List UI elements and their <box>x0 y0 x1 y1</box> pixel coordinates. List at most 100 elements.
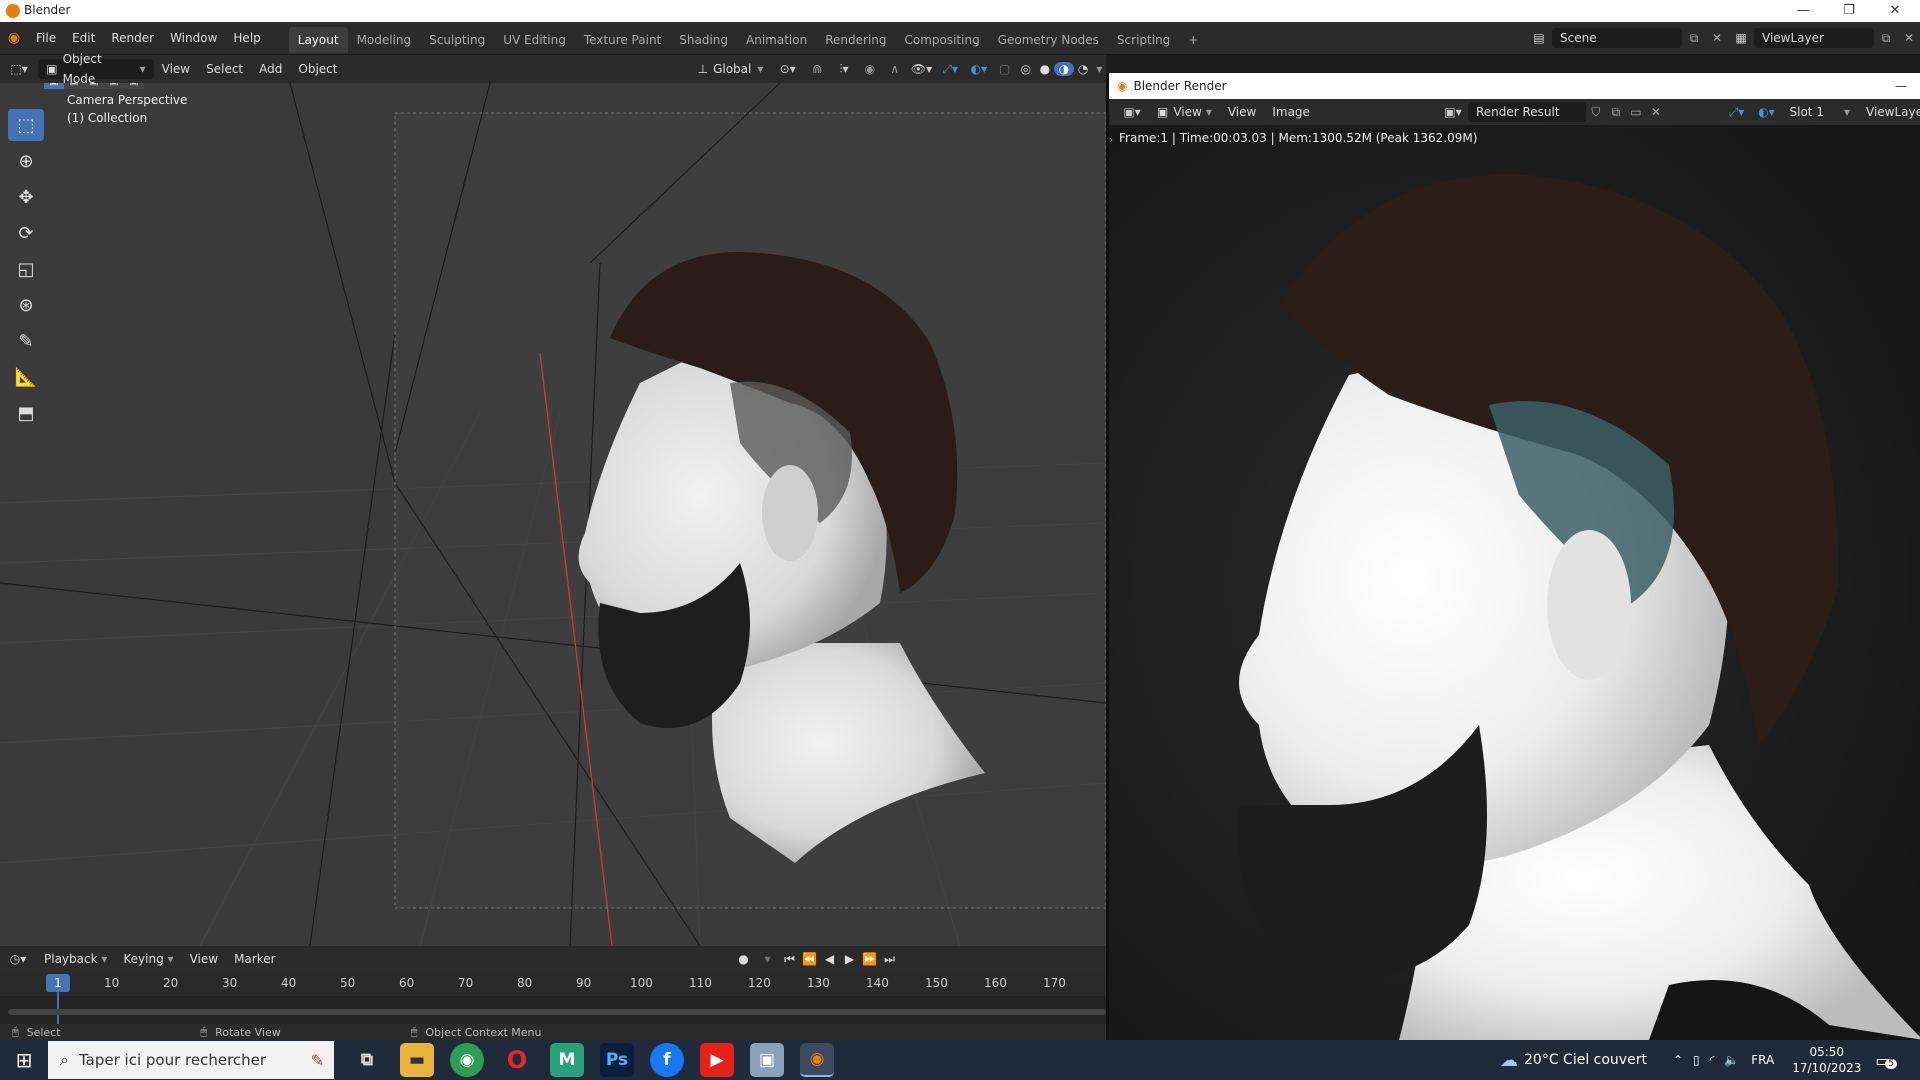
wireframe-shading-icon[interactable]: ◎ <box>1016 62 1035 76</box>
photoshop-icon[interactable]: Ps <box>600 1043 634 1077</box>
3d-viewport[interactable]: Camera Perspective (1) Collection ▣ ▣ ▣ … <box>0 83 1106 946</box>
view-layer-field[interactable]: ViewLayer <box>1754 28 1874 48</box>
timeline[interactable]: 1 10 20 30 40 50 60 70 80 90 100 110 120… <box>0 972 1106 1024</box>
falloff-icon[interactable]: ∧ <box>882 62 907 76</box>
facebook-icon[interactable]: f <box>650 1043 684 1077</box>
weather-text[interactable]: 20°C Ciel couvert <box>1524 1052 1647 1068</box>
timeline-menu-keying[interactable]: Keying ▾ <box>115 946 181 972</box>
visibility-icon[interactable]: 👁▾ <box>907 62 936 76</box>
scale-tool-icon[interactable]: ◱ <box>8 253 44 285</box>
unlink-image-icon[interactable]: ✕ <box>1646 105 1666 119</box>
new-image-icon[interactable]: ⧉ <box>1606 105 1626 120</box>
open-image-icon[interactable]: ▭ <box>1626 105 1646 119</box>
viewport-menu-add[interactable]: Add <box>251 55 290 83</box>
menu-window[interactable]: Window <box>162 22 225 55</box>
timeline-scrollbar[interactable] <box>8 1009 1106 1015</box>
tab-shading[interactable]: Shading <box>670 27 737 53</box>
clock[interactable]: 05:50 17/10/2023 <box>1792 1044 1861 1076</box>
tab-compositing[interactable]: Compositing <box>895 27 988 53</box>
sidebar-toggle-icon[interactable]: › <box>1109 135 1113 146</box>
battery-icon[interactable]: ▯ <box>1693 1053 1700 1067</box>
prev-keyframe-icon[interactable]: ⏪ <box>800 952 820 966</box>
language-indicator[interactable]: FRA <box>1751 1053 1774 1067</box>
chrome-icon[interactable]: ◉ <box>450 1043 484 1077</box>
taskbar-search[interactable]: ⌕ Taper ici pour rechercher ✎ <box>48 1041 334 1079</box>
tab-layout[interactable]: Layout <box>288 27 348 53</box>
slot-dropdown[interactable]: Slot 1 ▾ <box>1782 99 1858 125</box>
image-menu-image[interactable]: Image <box>1264 99 1318 125</box>
chevron-down-icon[interactable]: ▾ <box>1093 62 1106 76</box>
material-shading-icon[interactable]: ◑ <box>1054 62 1074 76</box>
rendered-shading-icon[interactable]: ◔ <box>1074 62 1093 76</box>
desktop-app-icon[interactable]: ▣ <box>750 1043 784 1077</box>
restore-button[interactable]: ❐ <box>1826 0 1872 22</box>
viewport-menu-object[interactable]: Object <box>290 55 345 83</box>
mail-app-icon[interactable]: M <box>550 1043 584 1077</box>
blender-menu-icon[interactable]: ◉ <box>0 30 28 46</box>
opera-icon[interactable]: O <box>500 1043 534 1077</box>
image-menu-view[interactable]: View <box>1220 99 1264 125</box>
annotate-tool-icon[interactable]: ✎ <box>8 325 44 357</box>
editor-type-icon[interactable]: ⬚▾ <box>0 62 38 76</box>
rotate-tool-icon[interactable]: ⟳ <box>8 217 44 249</box>
snap-target-icon[interactable]: ⫶▾ <box>831 62 858 77</box>
render-canvas[interactable]: Frame:1 | Time:00:03.03 | Mem:1300.52M (… <box>1109 125 1920 1040</box>
volume-icon[interactable]: 🔈 <box>1724 1053 1739 1067</box>
render-view-layer-dropdown[interactable]: ViewLaye <box>1858 99 1920 125</box>
chevron-down-icon[interactable]: ▾ <box>756 952 780 966</box>
new-scene-icon[interactable]: ⧉ <box>1682 31 1706 46</box>
youtube-icon[interactable]: ▶ <box>700 1043 734 1077</box>
minimize-button[interactable]: — <box>1780 0 1826 22</box>
gizmo-icon[interactable]: ⤢▾ <box>936 62 965 77</box>
measure-tool-icon[interactable]: 📐 <box>8 361 44 393</box>
play-reverse-icon[interactable]: ◀ <box>820 952 840 966</box>
scene-icon[interactable]: ▤ <box>1526 31 1552 45</box>
timeline-menu-marker[interactable]: Marker <box>226 946 283 972</box>
transform-orientation-dropdown[interactable]: ⊥ Global ▾ <box>690 59 772 79</box>
menu-file[interactable]: File <box>28 22 64 55</box>
task-view-icon[interactable]: ⧉ <box>350 1043 384 1077</box>
timeline-menu-playback[interactable]: Playback ▾ <box>36 946 115 972</box>
tab-rendering[interactable]: Rendering <box>816 27 895 53</box>
view-mode-dropdown[interactable]: ▣ View ▾ <box>1149 99 1220 125</box>
tab-sculpting[interactable]: Sculpting <box>420 27 494 53</box>
tray-chevron-up-icon[interactable]: ⌃ <box>1673 1053 1683 1067</box>
image-editor-type-icon[interactable]: ▣▾ <box>1115 105 1149 119</box>
tab-scripting[interactable]: Scripting <box>1108 27 1179 53</box>
select-new-icon[interactable]: ▣ <box>44 83 64 89</box>
move-tool-icon[interactable]: ✥ <box>8 181 44 213</box>
tab-texture-paint[interactable]: Texture Paint <box>575 27 670 53</box>
tab-uv-editing[interactable]: UV Editing <box>494 27 575 53</box>
image-gizmo-icon[interactable]: ⤢▾ <box>1722 105 1752 120</box>
tab-modeling[interactable]: Modeling <box>348 27 421 53</box>
render-minimize-button[interactable]: — <box>1895 79 1907 93</box>
proportional-edit-icon[interactable]: ◉ <box>857 62 882 76</box>
select-box-tool-icon[interactable]: ⬚ <box>8 109 44 141</box>
jump-start-icon[interactable]: ⏮ <box>780 952 800 967</box>
cursor-tool-icon[interactable]: ⊕ <box>8 145 44 177</box>
select-intersect-icon[interactable]: ▣ <box>124 83 144 89</box>
xray-icon[interactable]: ▢ <box>993 62 1016 76</box>
add-workspace-button[interactable]: + <box>1179 27 1207 53</box>
jump-end-icon[interactable]: ⏭ <box>880 952 900 967</box>
overlay-icon[interactable]: ◐▾ <box>965 62 994 76</box>
windows-start-icon[interactable]: ⊞ <box>0 1040 48 1080</box>
timeline-menu-view[interactable]: View <box>182 946 226 972</box>
play-icon[interactable]: ▶ <box>840 952 860 966</box>
tab-geometry-nodes[interactable]: Geometry Nodes <box>989 27 1108 53</box>
new-view-layer-icon[interactable]: ⧉ <box>1874 31 1898 46</box>
fake-user-icon[interactable]: ⛉ <box>1586 105 1606 120</box>
file-explorer-icon[interactable]: ▬ <box>400 1043 434 1077</box>
browse-image-icon[interactable]: ▣▾ <box>1438 105 1468 119</box>
remove-scene-icon[interactable]: ✕ <box>1706 31 1728 45</box>
timeline-editor-icon[interactable]: ◷▾ <box>0 952 36 966</box>
select-subtract-icon[interactable]: ▣ <box>84 83 104 89</box>
image-overlay-icon[interactable]: ◐▾ <box>1752 105 1782 119</box>
object-mode-dropdown[interactable]: ▣ Object Mode ▾ <box>38 52 154 86</box>
viewport-menu-select[interactable]: Select <box>198 55 251 83</box>
record-icon[interactable]: ● <box>732 952 756 966</box>
snap-icon[interactable]: ⋒ <box>804 62 831 76</box>
wifi-icon[interactable]: ◜ <box>1710 1053 1715 1067</box>
notifications-icon[interactable]: ▭ 5 <box>1875 1051 1898 1070</box>
blender-taskbar-icon[interactable]: ◉ <box>800 1043 834 1077</box>
